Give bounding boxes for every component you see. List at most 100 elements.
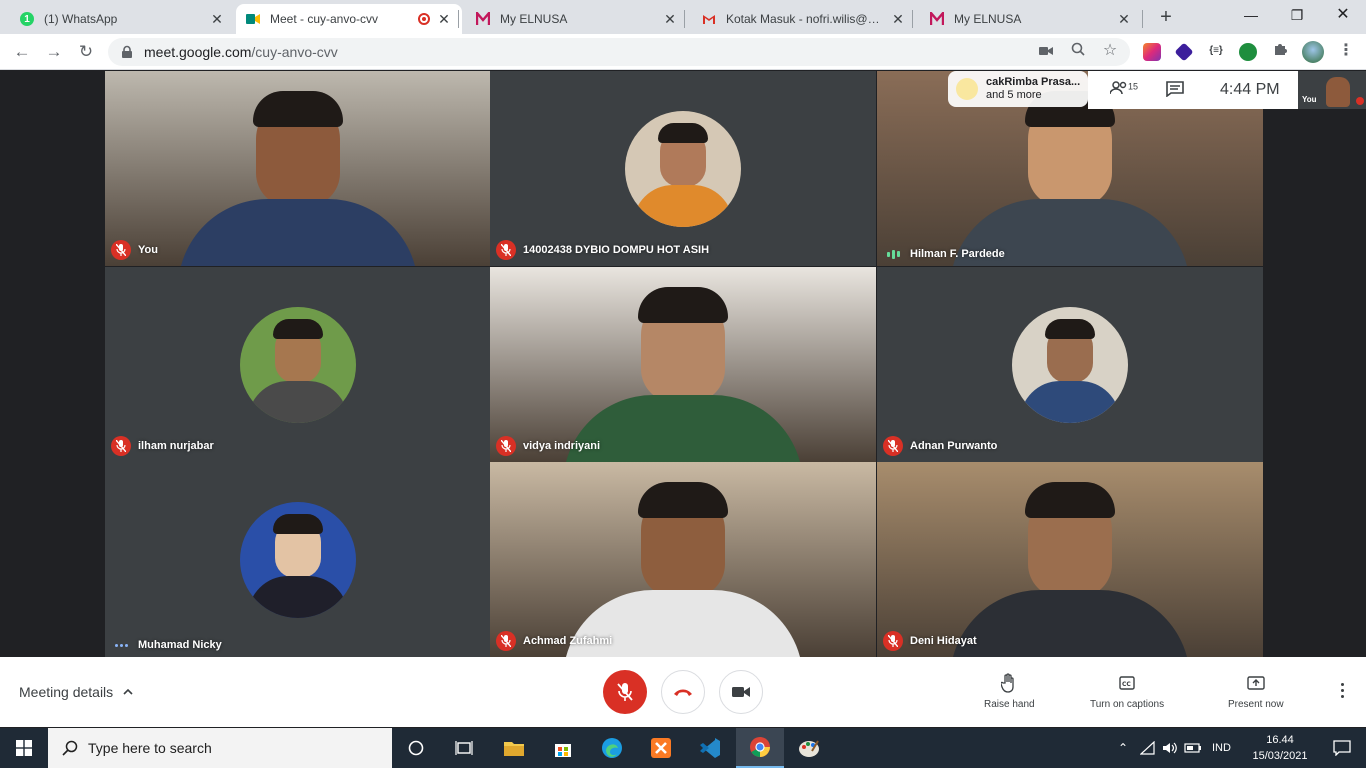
maximize-button[interactable]: ❐ xyxy=(1274,0,1320,30)
browser-tab[interactable]: Meet - cuy-anvo-cvv ✕ xyxy=(236,4,462,34)
tab-separator xyxy=(684,10,685,28)
participant-name: Adnan Purwanto xyxy=(910,440,998,452)
participant-nameplate: You xyxy=(111,240,158,260)
chat-icon[interactable] xyxy=(1166,81,1184,97)
self-view-thumbnail[interactable]: You xyxy=(1298,71,1366,109)
close-tab-icon[interactable]: ✕ xyxy=(662,11,678,27)
captions-button[interactable]: CC Turn on captions xyxy=(1090,673,1164,710)
system-tray: ⌃ IND xyxy=(1114,728,1231,768)
taskbar-search-box[interactable]: Type here to search xyxy=(48,728,392,768)
present-now-button[interactable]: Present now xyxy=(1228,673,1284,710)
chevron-up-icon xyxy=(123,688,133,695)
search-icon xyxy=(62,740,78,756)
windows-start-button[interactable] xyxy=(0,728,48,768)
participant-avatar xyxy=(625,110,741,227)
network-icon[interactable] xyxy=(1140,741,1156,755)
meet-info-bar: 15 4:44 PM xyxy=(1088,71,1298,109)
new-tab-button[interactable]: + xyxy=(1154,6,1178,30)
participant-tile[interactable]: Adnan Purwanto xyxy=(877,267,1263,462)
forward-button[interactable]: → xyxy=(42,40,66,64)
recording-indicator-icon xyxy=(418,13,430,25)
xampp-icon[interactable] xyxy=(637,728,685,768)
edge-browser-icon[interactable] xyxy=(588,728,636,768)
extensions-puzzle-icon[interactable] xyxy=(1270,41,1290,61)
raise-hand-button[interactable]: Raise hand xyxy=(984,673,1035,710)
participant-name: Deni Hidayat xyxy=(910,635,977,647)
file-explorer-icon[interactable] xyxy=(490,728,538,768)
close-tab-icon[interactable]: ✕ xyxy=(1116,11,1132,27)
extension-diamond-icon[interactable] xyxy=(1174,42,1194,62)
reload-button[interactable]: ↻ xyxy=(74,40,98,64)
browser-tab[interactable]: My ELNUSA ✕ xyxy=(466,4,688,34)
volume-icon[interactable] xyxy=(1162,741,1178,755)
self-face xyxy=(1326,77,1350,107)
participant-tile[interactable]: Achmad Zufahmi xyxy=(490,462,876,657)
search-placeholder: Type here to search xyxy=(88,740,212,756)
notifications-icon[interactable] xyxy=(1318,728,1366,768)
participant-nameplate: Deni Hidayat xyxy=(883,631,977,651)
microsoft-store-icon[interactable] xyxy=(539,728,587,768)
back-button[interactable]: ← xyxy=(10,40,34,64)
raise-hand-label: Raise hand xyxy=(984,699,1035,710)
participant-tile[interactable]: You xyxy=(105,71,491,266)
participant-name: Hilman F. Pardede xyxy=(910,248,1005,260)
whatsapp-icon: 1 xyxy=(20,12,34,26)
participant-tile[interactable]: Deni Hidayat xyxy=(877,462,1263,657)
tab-title: (1) WhatsApp xyxy=(44,12,118,26)
participant-nameplate: 14002438 DYBIO DOMPU HOT ASIH xyxy=(496,240,709,260)
browser-tab[interactable]: 1 (1) WhatsApp ✕ xyxy=(10,4,235,34)
language-indicator[interactable]: IND xyxy=(1212,742,1231,754)
mic-toggle-button[interactable] xyxy=(603,670,647,714)
close-tab-icon[interactable]: ✕ xyxy=(890,11,906,27)
cortana-icon[interactable] xyxy=(392,728,440,768)
profile-avatar[interactable] xyxy=(1302,41,1324,63)
meet-top-overlay: cakRimba Prasa... and 5 more 15 4:44 PM … xyxy=(948,71,1366,109)
tab-title: Meet - cuy-anvo-cvv xyxy=(270,12,379,26)
vscode-icon[interactable] xyxy=(686,728,734,768)
browser-menu-icon[interactable]: ⋮ xyxy=(1336,41,1356,61)
participant-name: Muhamad Nicky xyxy=(138,639,222,651)
minimize-button[interactable]: — xyxy=(1228,0,1274,30)
extension-green-icon[interactable] xyxy=(1239,43,1257,61)
lock-icon[interactable] xyxy=(120,45,134,59)
battery-icon[interactable] xyxy=(1184,741,1202,755)
meeting-details-button[interactable]: Meeting details xyxy=(19,684,133,700)
participant-count: 15 xyxy=(1128,81,1139,92)
tab-separator xyxy=(1142,10,1143,28)
more-options-icon[interactable] xyxy=(1334,683,1350,703)
tray-overflow-chevron-icon[interactable]: ⌃ xyxy=(1114,741,1132,755)
chrome-taskbar-icon[interactable] xyxy=(736,728,784,768)
mic-off-icon xyxy=(617,683,633,701)
participant-nameplate: Achmad Zufahmi xyxy=(496,631,612,651)
zoom-icon[interactable] xyxy=(1068,41,1088,61)
close-window-button[interactable]: ✕ xyxy=(1320,0,1366,30)
participant-nameplate: ilham nurjabar xyxy=(111,436,214,456)
close-tab-icon[interactable]: ✕ xyxy=(436,11,452,27)
task-view-icon[interactable] xyxy=(440,728,488,768)
extension-json-icon[interactable]: {≡} xyxy=(1206,41,1226,61)
participant-tile[interactable]: vidya indriyani xyxy=(490,267,876,462)
video-camera-icon xyxy=(732,687,750,697)
other-participants-chip[interactable]: cakRimba Prasa... and 5 more xyxy=(948,71,1088,107)
camera-toggle-button[interactable] xyxy=(719,670,763,714)
browser-tab[interactable]: My ELNUSA ✕ xyxy=(920,4,1142,34)
participant-tile[interactable]: 14002438 DYBIO DOMPU HOT ASIH xyxy=(490,71,876,266)
tab-separator xyxy=(458,10,459,28)
browser-tab[interactable]: Kotak Masuk - nofri.wilis@gma ✕ xyxy=(692,4,916,34)
bookmark-star-icon[interactable]: ☆ xyxy=(1100,41,1120,61)
windows-taskbar: Type here to search ⌃ IND 16.44 15/03/20… xyxy=(0,728,1366,768)
leave-call-button[interactable] xyxy=(661,670,705,714)
participant-nameplate: Muhamad Nicky xyxy=(111,639,222,651)
participant-tile[interactable]: Muhamad Nicky xyxy=(105,462,491,657)
participant-tile[interactable]: ilham nurjabar xyxy=(105,267,491,462)
mic-off-icon xyxy=(496,436,516,456)
address-bar[interactable]: meet.google.com/cuy-anvo-cvv xyxy=(108,38,1130,66)
close-tab-icon[interactable]: ✕ xyxy=(209,11,225,27)
camera-icon[interactable] xyxy=(1036,41,1056,61)
extension-instagram-icon[interactable] xyxy=(1143,43,1161,61)
paint-app-icon[interactable] xyxy=(785,728,833,768)
self-thumb-label: You xyxy=(1302,95,1317,104)
participants-button[interactable]: 15 xyxy=(1109,81,1139,98)
participant-video-feed xyxy=(105,71,491,266)
taskbar-clock[interactable]: 16.44 15/03/2021 xyxy=(1246,732,1314,764)
